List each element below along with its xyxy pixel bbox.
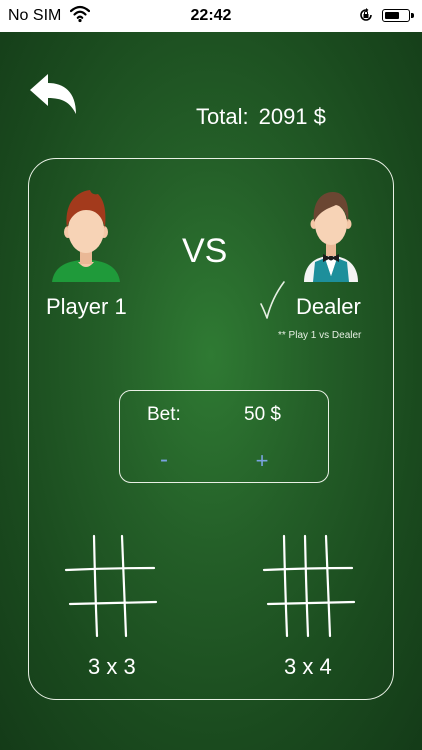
back-arrow-icon[interactable] — [26, 70, 82, 120]
rotation-lock-icon — [360, 8, 372, 21]
dealer-avatar-icon[interactable] — [300, 186, 362, 282]
bet-label: Bet: — [147, 404, 181, 425]
match-note: ** Play 1 vs Dealer — [278, 330, 362, 341]
player-name: Player 1 — [46, 294, 127, 319]
battery-icon — [382, 9, 414, 22]
dealer-name: Dealer — [296, 294, 361, 319]
board-3x4-option[interactable] — [260, 530, 360, 640]
player-avatar-icon[interactable] — [50, 186, 122, 282]
total-label: Total: — [196, 104, 249, 129]
increase-bet-button[interactable]: + — [252, 448, 272, 474]
versus-label: VS — [182, 232, 228, 270]
status-bar: No SIM 22:42 — [0, 0, 422, 32]
board-3x3-option[interactable] — [62, 530, 162, 640]
board-3x3-label: 3 x 3 — [88, 654, 136, 679]
decrease-bet-button[interactable]: - — [154, 446, 174, 474]
total-amount: 2091 $ — [258, 104, 326, 129]
selected-checkmark-icon — [260, 281, 285, 319]
total-balance: Total: 2091 $ — [196, 104, 326, 130]
bet-amount: 50 $ — [244, 404, 281, 425]
board-3x4-label: 3 x 4 — [284, 654, 332, 679]
